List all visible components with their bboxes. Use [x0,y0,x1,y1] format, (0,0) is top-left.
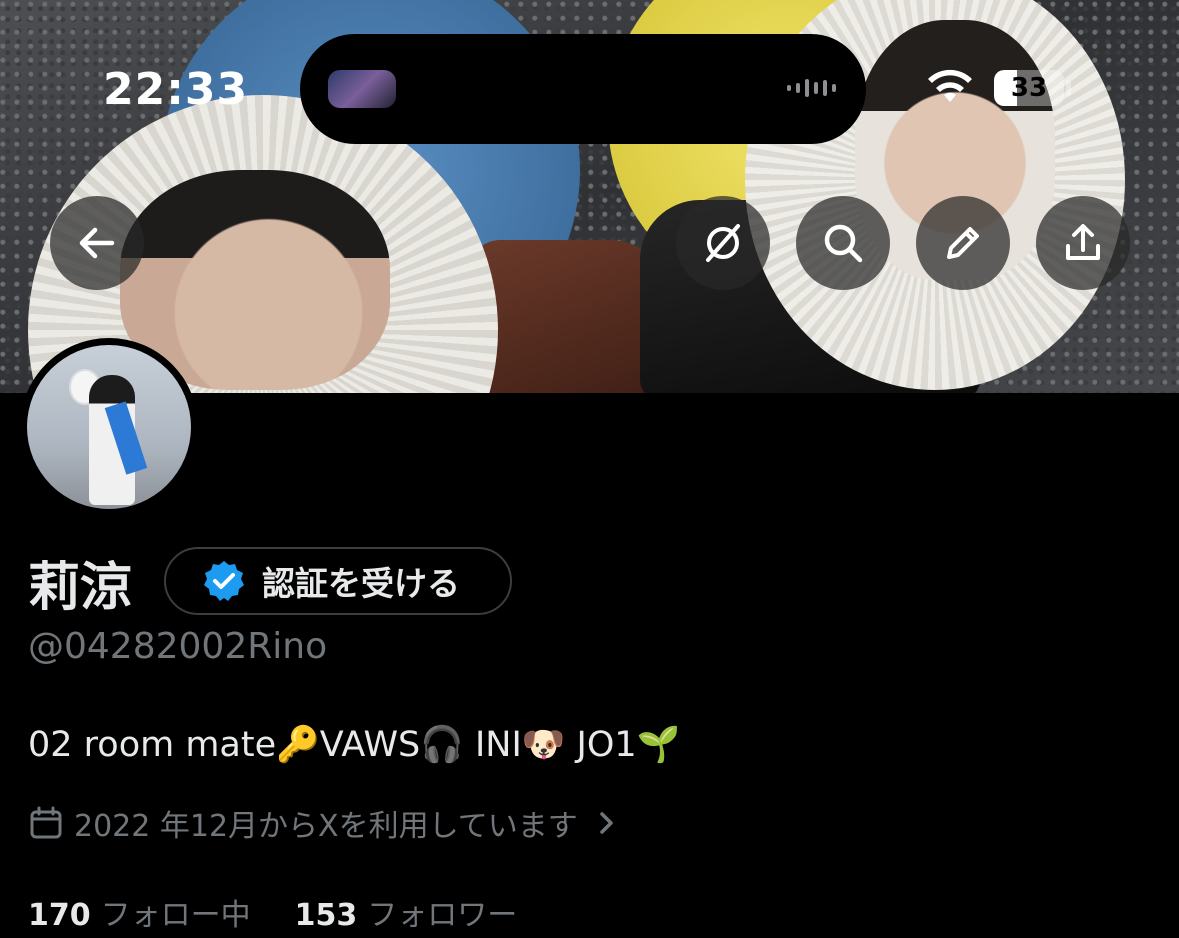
display-name: 莉涼 [28,558,133,618]
follow-stats: 170 フォロー中 153 フォロワー [28,890,517,934]
status-time: 22:33 [103,64,249,115]
followers-label[interactable]: フォロワー [367,890,517,934]
verified-badge-icon [204,561,244,601]
dynamic-island[interactable] [300,34,866,144]
back-button[interactable] [50,196,144,290]
joined-date-text: 2022 年12月からXを利用しています [74,809,578,844]
chevron-right-icon [599,812,613,834]
calendar-icon [30,806,62,839]
battery-percent: 33 [1010,73,1048,103]
following-count[interactable]: 170 [28,898,91,933]
search-icon [824,224,863,263]
avatar[interactable] [20,338,198,516]
battery-tip [1066,80,1071,96]
get-verified-button[interactable]: 認証を受ける [164,547,512,615]
share-icon [1066,224,1100,260]
pencil-icon [947,227,979,259]
grok-slash-circle-icon [706,224,740,262]
following-label[interactable]: フォロー中 [101,890,251,934]
get-verified-label: 認証を受ける [262,564,460,603]
joined-date-row[interactable]: 2022 年12月からXを利用しています [28,801,624,845]
search-button[interactable] [796,196,890,290]
followers-count[interactable]: 153 [295,898,358,933]
wifi-icon [928,69,972,102]
back-arrow-icon [79,227,115,259]
now-playing-thumbnail [328,70,396,108]
username-handle: @04282002Rino [28,626,328,667]
audio-wave-icon [787,79,836,97]
profile-screen: 22:33 33 莉涼 認証を受ける @04282002Rino 02 room… [0,0,1179,938]
avatar-photo [27,345,191,509]
share-button[interactable] [1036,196,1130,290]
edit-button[interactable] [916,196,1010,290]
profile-bio: 02 room mate🔑VAWS🎧 INI🐶 JO1🌱 [28,725,681,765]
grok-button[interactable] [676,196,770,290]
battery-icon: 33 [994,70,1064,106]
